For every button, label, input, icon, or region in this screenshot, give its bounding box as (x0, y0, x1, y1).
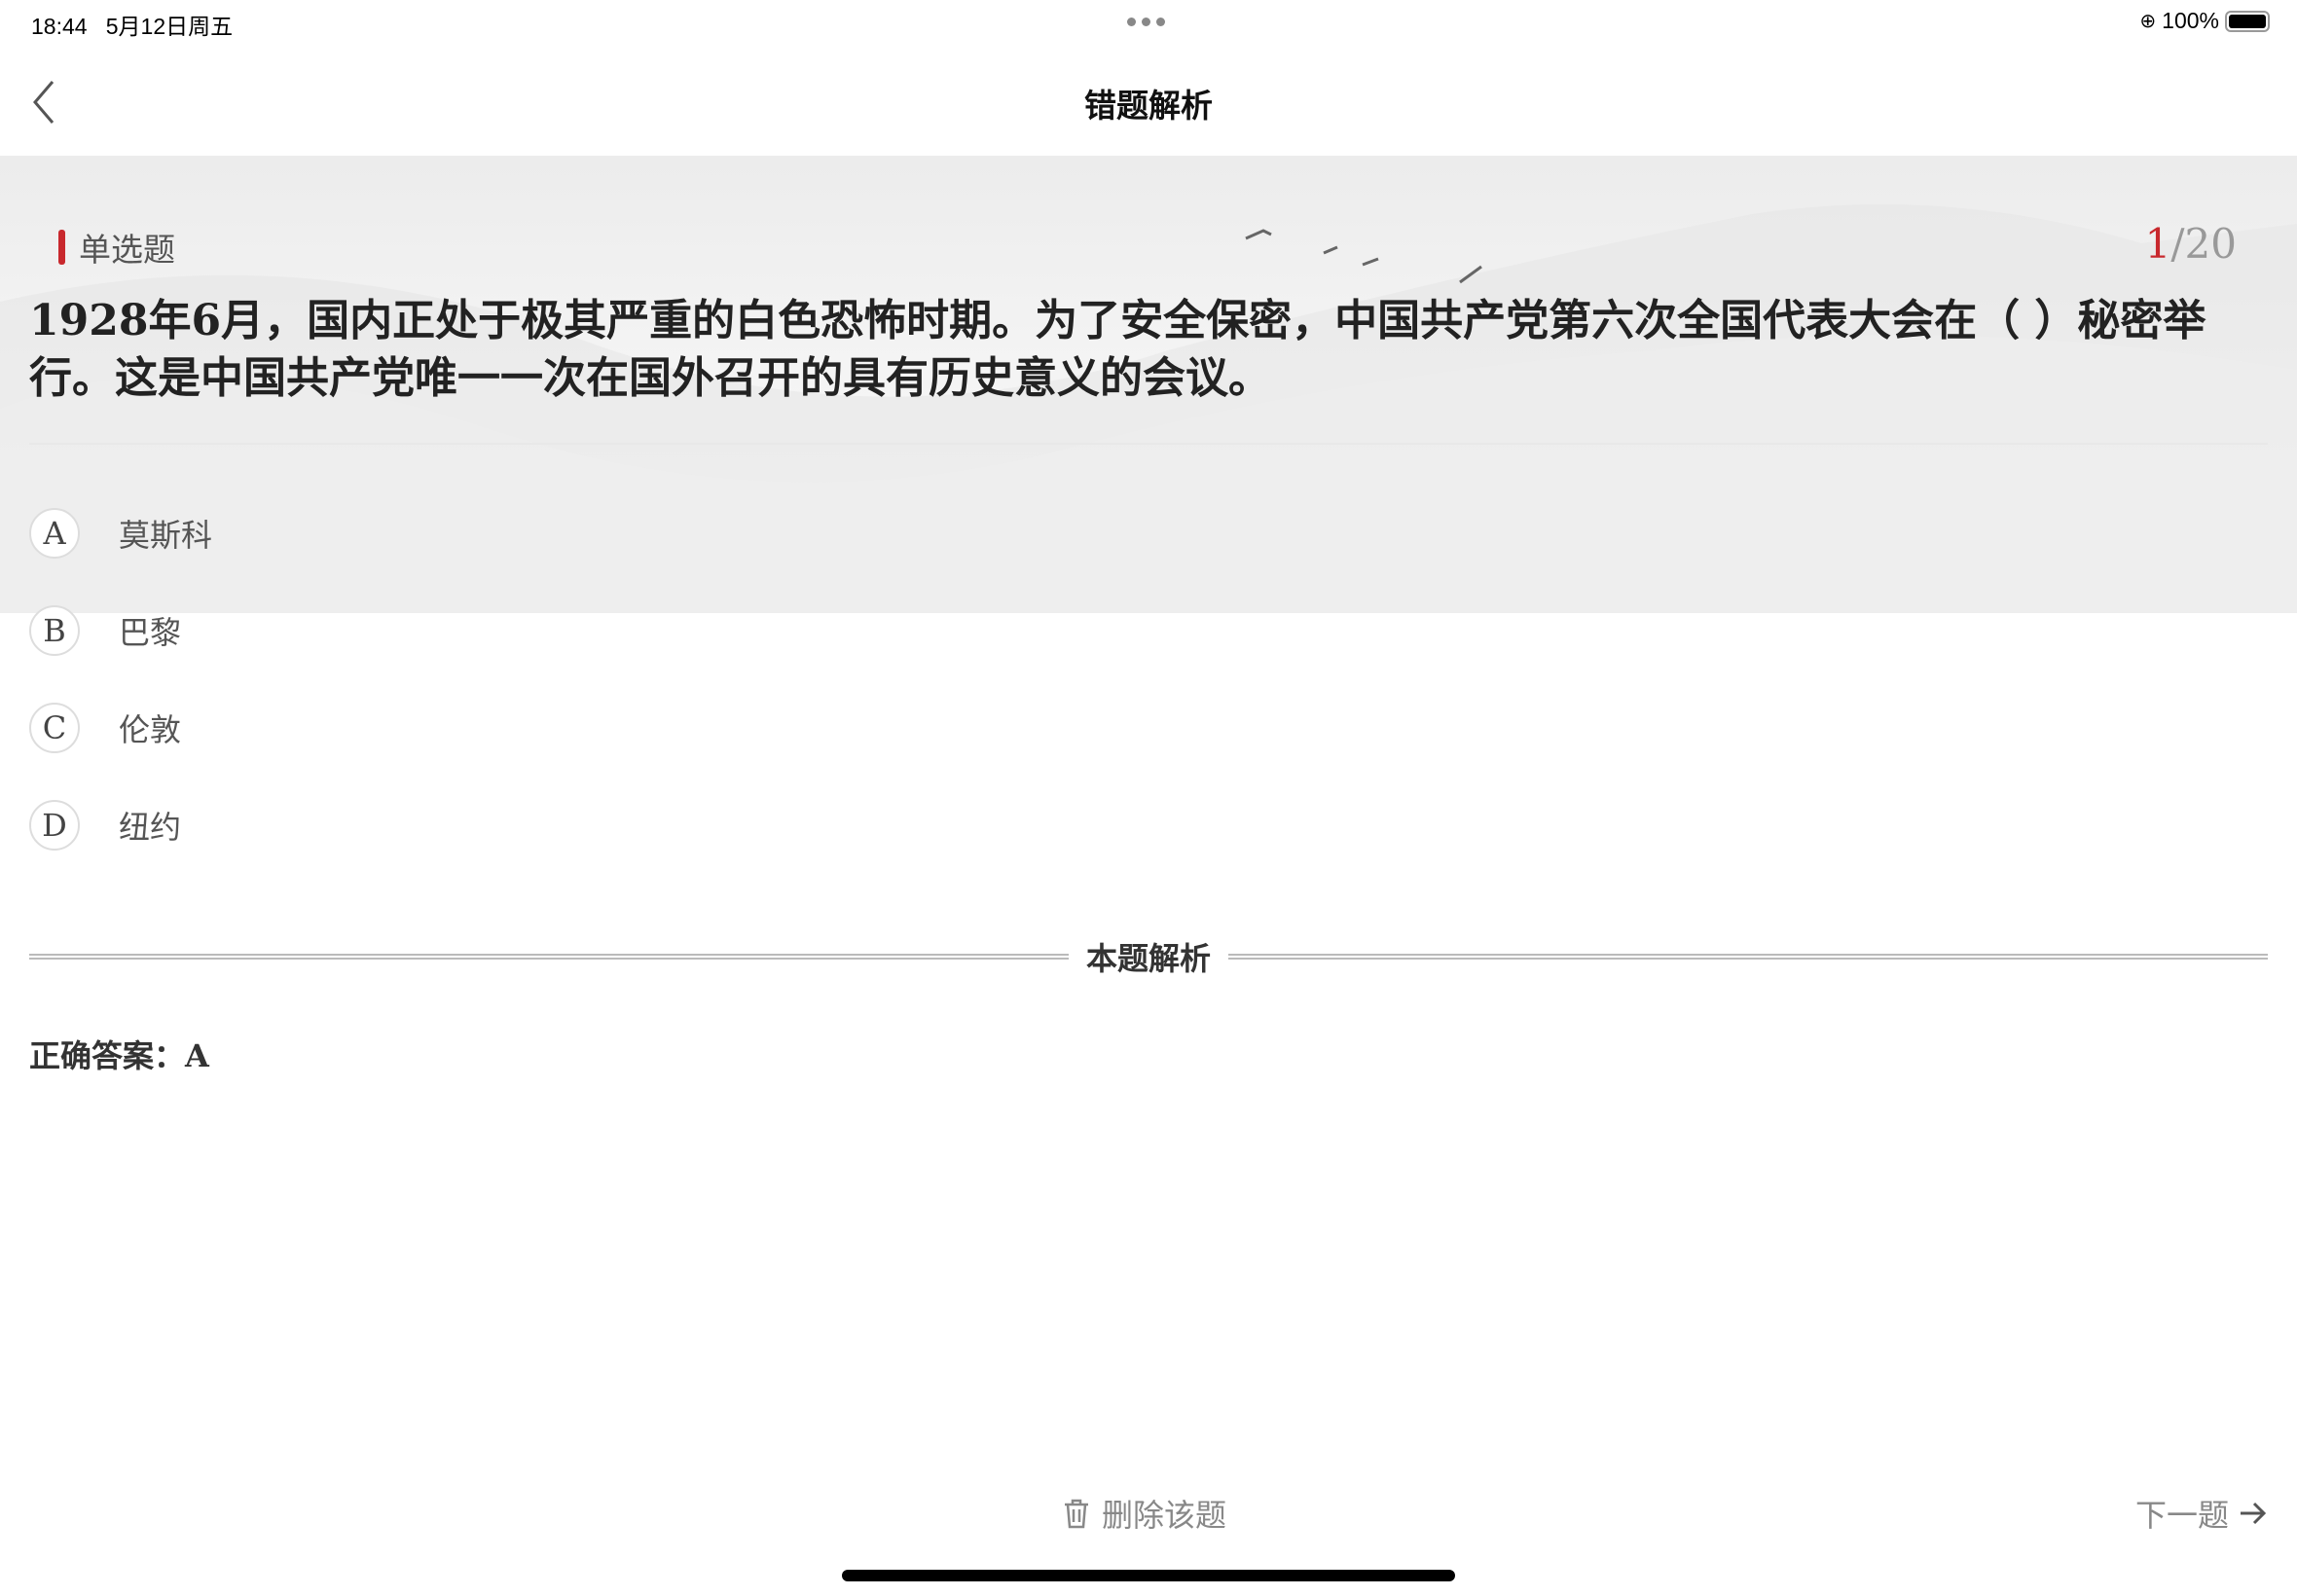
page-title: 错题解析 (1084, 87, 1213, 125)
next-label: 下一题 (2134, 1497, 2229, 1534)
home-indicator[interactable] (842, 1570, 1455, 1581)
total-count: /20 (2170, 220, 2237, 268)
option-key: A (29, 508, 80, 559)
option-key: D (29, 800, 80, 851)
trash-icon (1065, 1499, 1088, 1529)
option-label: 巴黎 (119, 614, 182, 651)
divider (29, 443, 2268, 445)
current-index: 1 (2144, 220, 2171, 268)
option-label: 纽约 (119, 809, 182, 846)
analysis-heading: 本题解析 (1086, 940, 1212, 977)
question-text: 1928年6月，国内正处于极其严重的白色恐怖时期。为了安全保密，中国共产党第六次… (29, 296, 2206, 403)
option-a[interactable]: A 莫斯科 (29, 507, 212, 560)
option-label: 伦敦 (119, 711, 182, 748)
delete-question-button[interactable]: 删除该题 (1063, 1491, 1226, 1536)
option-key: B (29, 605, 80, 656)
correct-answer: 正确答案：A (29, 1037, 209, 1074)
status-battery: ⊕ 100% (2139, 8, 2270, 34)
accent-bar (58, 230, 65, 265)
question-type-tag: 单选题 (58, 224, 175, 271)
option-label: 莫斯科 (119, 517, 213, 554)
option-b[interactable]: B 巴黎 (29, 604, 181, 657)
next-question-button[interactable]: 下一题 (2135, 1491, 2268, 1536)
delete-label: 删除该题 (1102, 1497, 1227, 1534)
battery-icon (2225, 10, 2270, 32)
question-counter: 1/20 (2145, 220, 2237, 268)
arrow-right-icon (2241, 1502, 2267, 1525)
option-c[interactable]: C 伦敦 (29, 702, 181, 754)
status-time: 18:44 5月12日周五 (31, 14, 234, 39)
multitasking-dots[interactable] (1127, 18, 1165, 26)
question-type-label: 单选题 (79, 231, 175, 269)
orientation-lock-icon: ⊕ (2139, 11, 2157, 32)
option-key: C (29, 703, 80, 753)
option-d[interactable]: D 纽约 (29, 799, 181, 852)
analysis-section-header: 本题解析 (29, 934, 2269, 979)
